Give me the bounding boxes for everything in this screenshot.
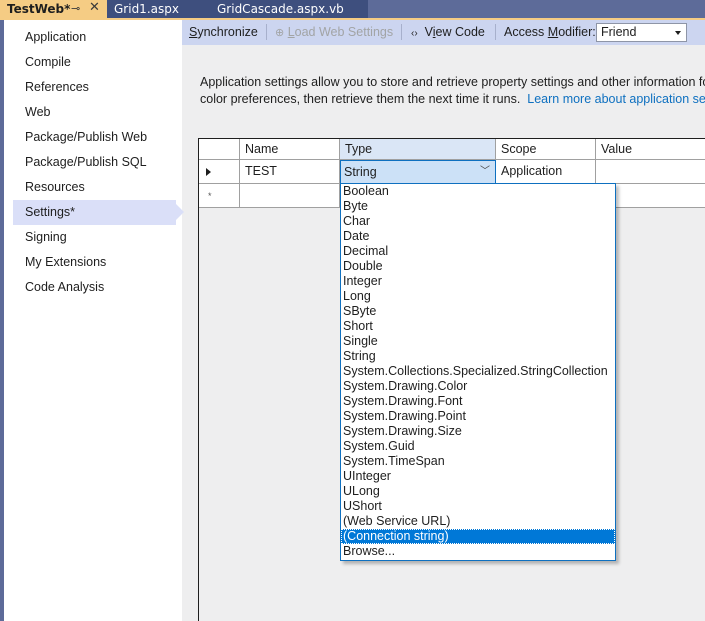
close-icon[interactable]: ✕ bbox=[89, 0, 100, 17]
column-header-value[interactable]: Value bbox=[596, 139, 705, 160]
column-header-type[interactable]: Type bbox=[340, 139, 496, 160]
pin-icon[interactable]: ⊸ bbox=[71, 0, 80, 18]
dropdown-option[interactable]: System.Drawing.Point bbox=[341, 409, 615, 424]
dropdown-option[interactable]: System.Drawing.Color bbox=[341, 379, 615, 394]
type-combobox[interactable]: String ﹀ bbox=[340, 160, 496, 184]
sidebar-item-my-extensions[interactable]: My Extensions bbox=[13, 250, 176, 275]
accel-key: M bbox=[547, 25, 559, 39]
button-label: ynchronize bbox=[197, 25, 258, 39]
button-label: ew Code bbox=[435, 25, 485, 39]
dropdown-option[interactable]: ULong bbox=[341, 484, 615, 499]
dropdown-option[interactable]: Boolean bbox=[341, 184, 615, 199]
sidebar-item-code-analysis[interactable]: Code Analysis bbox=[13, 275, 176, 300]
dropdown-option[interactable]: Char bbox=[341, 214, 615, 229]
tab-grid1[interactable]: Grid1.aspx bbox=[107, 0, 210, 18]
sidebar-item-package-publish-sql[interactable]: Package/Publish SQL bbox=[13, 150, 176, 175]
view-code-button[interactable]: ‹› View Code bbox=[411, 20, 485, 45]
button-label: V bbox=[424, 25, 433, 39]
dropdown-option[interactable]: UShort bbox=[341, 499, 615, 514]
toolbar-separator bbox=[266, 24, 267, 40]
toolbar-separator bbox=[401, 24, 402, 40]
row-header[interactable] bbox=[199, 160, 240, 184]
dropdown-option[interactable]: Date bbox=[341, 229, 615, 244]
tab-gridcascade[interactable]: GridCascade.aspx.vb bbox=[210, 0, 368, 18]
dropdown-option[interactable]: Byte bbox=[341, 199, 615, 214]
cell-value[interactable] bbox=[596, 160, 705, 184]
dropdown-option[interactable]: String bbox=[341, 349, 615, 364]
new-row-cell-name[interactable] bbox=[240, 184, 340, 208]
dropdown-option[interactable]: Browse... bbox=[341, 544, 615, 559]
sidebar-item-package-publish-web[interactable]: Package/Publish Web bbox=[13, 125, 176, 150]
synchronize-button[interactable]: Synchronize bbox=[189, 20, 258, 45]
column-header-scope[interactable]: Scope bbox=[496, 139, 596, 160]
dropdown-option[interactable]: System.Drawing.Size bbox=[341, 424, 615, 439]
dropdown-option[interactable]: (Connection string) bbox=[341, 529, 615, 544]
dropdown-option[interactable]: System.Drawing.Font bbox=[341, 394, 615, 409]
dropdown-option[interactable]: Long bbox=[341, 289, 615, 304]
dropdown-option[interactable]: System.Guid bbox=[341, 439, 615, 454]
project-properties-sidebar: Application Compile References Web Packa… bbox=[4, 20, 184, 621]
label-text: Access bbox=[504, 25, 548, 39]
chevron-down-icon[interactable]: ﹀ bbox=[480, 161, 490, 183]
selected-value: Friend bbox=[601, 25, 637, 39]
dropdown-option[interactable]: Decimal bbox=[341, 244, 615, 259]
description-line-1: Application settings allow you to store … bbox=[200, 75, 705, 89]
sidebar-item-resources[interactable]: Resources bbox=[13, 175, 176, 200]
tab-label: Grid1.aspx bbox=[114, 2, 179, 16]
dropdown-option[interactable]: Short bbox=[341, 319, 615, 334]
dropdown-arrow-icon bbox=[675, 31, 681, 35]
tab-label: TestWeb* bbox=[7, 2, 71, 16]
dropdown-option[interactable]: System.Collections.Specialized.StringCol… bbox=[341, 364, 615, 379]
dropdown-option[interactable]: SByte bbox=[341, 304, 615, 319]
column-header-name[interactable]: Name bbox=[240, 139, 340, 160]
dropdown-option[interactable]: Double bbox=[341, 259, 615, 274]
settings-toolbar: Synchronize ⊕ Load Web Settings ‹› View … bbox=[182, 20, 705, 45]
sidebar-item-references[interactable]: References bbox=[13, 75, 176, 100]
access-modifier-select[interactable]: Friend bbox=[596, 23, 687, 42]
sidebar-item-compile[interactable]: Compile bbox=[13, 50, 176, 75]
button-label: oad Web Settings bbox=[294, 25, 394, 39]
toolbar-separator bbox=[495, 24, 496, 40]
accel-key: L bbox=[287, 25, 295, 39]
load-web-settings-button[interactable]: ⊕ Load Web Settings bbox=[275, 20, 393, 45]
sidebar-item-web[interactable]: Web bbox=[13, 100, 176, 125]
code-icon: ‹› bbox=[411, 28, 418, 39]
dropdown-option[interactable]: UInteger bbox=[341, 469, 615, 484]
grid-corner-header bbox=[199, 139, 240, 160]
globe-download-icon: ⊕ bbox=[275, 27, 285, 39]
description-line-2: color preferences, then retrieve them th… bbox=[200, 92, 521, 106]
cell-name[interactable]: TEST bbox=[240, 160, 340, 184]
sidebar-item-settings[interactable]: Settings* bbox=[13, 200, 184, 225]
tab-label: GridCascade.aspx.vb bbox=[217, 2, 344, 16]
combobox-value: String bbox=[344, 165, 377, 179]
cell-scope[interactable]: Application bbox=[496, 160, 596, 184]
settings-description: Application settings allow you to store … bbox=[200, 74, 705, 108]
new-row-header[interactable]: * bbox=[199, 184, 240, 208]
current-row-arrow-icon bbox=[206, 168, 211, 176]
label-text: odifier: bbox=[558, 25, 596, 39]
dropdown-option[interactable]: Single bbox=[341, 334, 615, 349]
sidebar-item-signing[interactable]: Signing bbox=[13, 225, 176, 250]
dropdown-option[interactable]: Integer bbox=[341, 274, 615, 289]
type-dropdown-list[interactable]: Boolean Byte Char Date Decimal Double Integer L… bbox=[340, 183, 616, 561]
dropdown-option[interactable]: System.TimeSpan bbox=[341, 454, 615, 469]
access-modifier-label: Access Modifier: bbox=[504, 20, 596, 45]
learn-more-link[interactable]: Learn more about application settings... bbox=[527, 92, 705, 106]
new-row-star-icon: * bbox=[208, 191, 212, 201]
sidebar-item-application[interactable]: Application bbox=[13, 25, 176, 50]
dropdown-option[interactable]: (Web Service URL) bbox=[341, 514, 615, 529]
tab-testweb[interactable]: TestWeb* ⊸ ✕ bbox=[0, 0, 107, 20]
